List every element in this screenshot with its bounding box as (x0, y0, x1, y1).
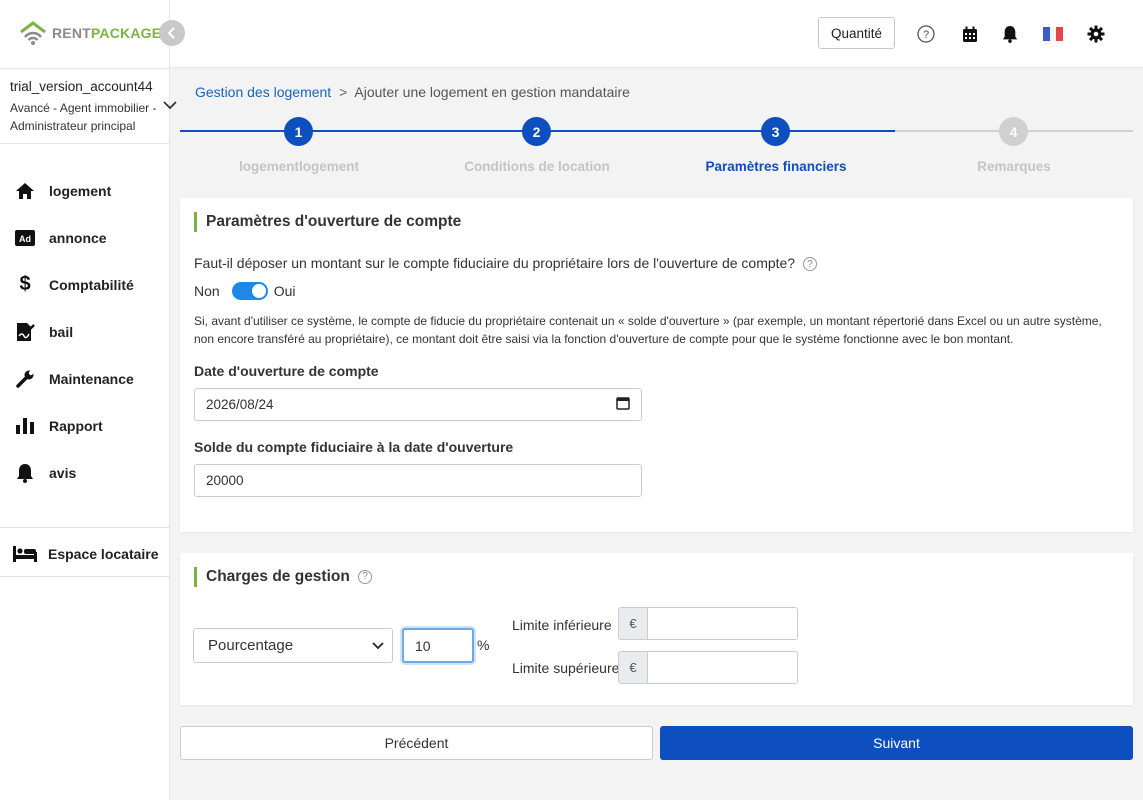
chevron-left-icon (167, 27, 175, 39)
account-role: Avancé - Agent immobilier - Administrate… (10, 101, 157, 133)
lower-limit-label: Limite inférieure (512, 617, 612, 633)
sidebar-item-annonce[interactable]: Ad annonce (0, 214, 170, 261)
stepper: 1 2 3 4 logementlogement Conditions de l… (180, 117, 1133, 177)
management-charges-title: Charges de gestion ? (194, 567, 373, 587)
sidebar-item-bail[interactable]: bail (0, 308, 170, 355)
gear-icon[interactable] (1086, 24, 1106, 44)
chevron-down-icon[interactable] (163, 97, 177, 113)
sidebar-item-comptabilite[interactable]: $ Comptabilité (0, 261, 170, 308)
sidebar-collapse-button[interactable] (159, 20, 185, 46)
sidebar-nav: logement Ad annonce $ Comptabilité bail … (0, 167, 170, 496)
breadcrumb-current: Ajouter une logement en gestion mandatai… (354, 84, 630, 100)
chevron-down-icon (372, 641, 384, 649)
lower-limit-input[interactable] (647, 607, 798, 640)
lower-limit-currency: € (618, 607, 648, 640)
charge-type-select[interactable]: Pourcentage (193, 628, 393, 663)
step-3-circle[interactable]: 3 (761, 117, 790, 146)
upper-limit-input[interactable] (647, 651, 798, 684)
upper-limit-label: Limite supérieure (512, 660, 620, 676)
ad-icon: Ad (14, 227, 36, 249)
deposit-toggle-switch[interactable] (231, 282, 268, 300)
help-icon[interactable]: ? (916, 24, 936, 44)
bell-icon (14, 462, 36, 484)
step-1-circle[interactable]: 1 (284, 117, 313, 146)
balance-input[interactable]: 20000 (194, 464, 642, 497)
sidebar-item-logement[interactable]: logement (0, 167, 170, 214)
opening-date-value: 2026/08/24 (206, 397, 274, 412)
sidebar-item-label: Maintenance (49, 370, 134, 387)
opening-date-input[interactable]: 2026/08/24 (194, 388, 642, 421)
sidebar-item-avis[interactable]: avis (0, 449, 170, 496)
previous-button[interactable]: Précédent (180, 726, 653, 760)
sidebar-item-label: Rapport (49, 417, 103, 434)
calendar-icon[interactable] (960, 24, 980, 44)
account-switcher[interactable]: trial_version_account44 Avancé - Agent i… (0, 68, 177, 144)
logo-icon (20, 21, 46, 45)
sidebar: RENTPACKAGE trial_version_account44 Avan… (0, 0, 177, 800)
step-2-circle[interactable]: 2 (522, 117, 551, 146)
toggle-off-label: Non (194, 283, 220, 299)
sidebar-item-label: Espace locataire (48, 545, 159, 562)
next-button[interactable]: Suivant (660, 726, 1133, 760)
french-flag-icon[interactable] (1043, 24, 1063, 44)
wrench-icon (14, 368, 36, 390)
account-name: trial_version_account44 (10, 79, 153, 94)
sidebar-item-rapport[interactable]: Rapport (0, 402, 170, 449)
charge-type-value: Pourcentage (208, 637, 294, 654)
percentage-input[interactable]: 10 (402, 628, 474, 663)
sidebar-item-maintenance[interactable]: Maintenance (0, 355, 170, 402)
step-1-label: logementlogement (238, 159, 359, 174)
opening-date-label: Date d'ouverture de compte (194, 363, 379, 379)
management-charges-card: Charges de gestion ? Pourcentage 10 % Li… (180, 553, 1133, 705)
logo-text-package: PACKAGE (90, 25, 162, 41)
upper-limit-currency: € (618, 651, 648, 684)
svg-text:Ad: Ad (19, 234, 31, 244)
sidebar-item-label: Comptabilité (49, 276, 134, 293)
deposit-question: Faut-il déposer un montant sur le compte… (194, 255, 817, 272)
quantity-button[interactable]: Quantité (818, 17, 895, 49)
opening-settings-card: Paramètres d'ouverture de compte Faut-il… (180, 198, 1133, 532)
dollar-icon: $ (19, 273, 31, 295)
breadcrumb-separator: > (339, 84, 348, 100)
sidebar-item-espace-locataire[interactable]: Espace locataire (0, 531, 170, 577)
contract-icon (14, 321, 36, 343)
calendar-picker-icon[interactable] (616, 396, 630, 413)
sidebar-item-label: bail (49, 323, 74, 340)
management-charges-title-text: Charges de gestion (206, 568, 350, 585)
toggle-knob (251, 284, 266, 298)
deposit-toggle-row: Non Oui (194, 282, 295, 300)
breadcrumb-parent-link[interactable]: Gestion des logement (195, 84, 331, 100)
bed-icon (13, 545, 37, 562)
sidebar-item-label: annonce (49, 229, 107, 246)
deposit-question-text: Faut-il déposer un montant sur le compte… (194, 255, 796, 271)
svg-text:?: ? (923, 29, 929, 41)
home-icon (14, 180, 36, 202)
step-4-label: Remarques (977, 159, 1051, 174)
top-bar: Quantité ? (170, 0, 1143, 68)
percent-sign: % (477, 637, 490, 653)
breadcrumb: Gestion des logement > Ajouter une logem… (195, 84, 630, 100)
notification-bell-icon[interactable] (1000, 24, 1020, 44)
sidebar-divider (0, 527, 170, 528)
help-icon[interactable]: ? (358, 569, 373, 584)
bar-chart-icon (14, 415, 36, 437)
step-3-label: Paramètres financiers (705, 159, 847, 174)
help-icon[interactable]: ? (803, 257, 817, 272)
step-4-circle[interactable]: 4 (999, 117, 1028, 146)
percentage-value: 10 (415, 637, 431, 654)
balance-value: 20000 (206, 473, 244, 488)
step-2-label: Conditions de location (464, 159, 610, 174)
balance-label: Solde du compte fiduciaire à la date d'o… (194, 439, 514, 455)
sidebar-item-label: logement (49, 182, 112, 199)
logo[interactable]: RENTPACKAGE (18, 20, 161, 46)
toggle-on-label: Oui (273, 283, 296, 299)
opening-settings-title: Paramètres d'ouverture de compte (194, 212, 461, 232)
opening-balance-note: Si, avant d'utiliser ce système, le comp… (194, 314, 1102, 346)
logo-text-rent: RENT (52, 25, 91, 41)
sidebar-item-label: avis (49, 464, 77, 481)
